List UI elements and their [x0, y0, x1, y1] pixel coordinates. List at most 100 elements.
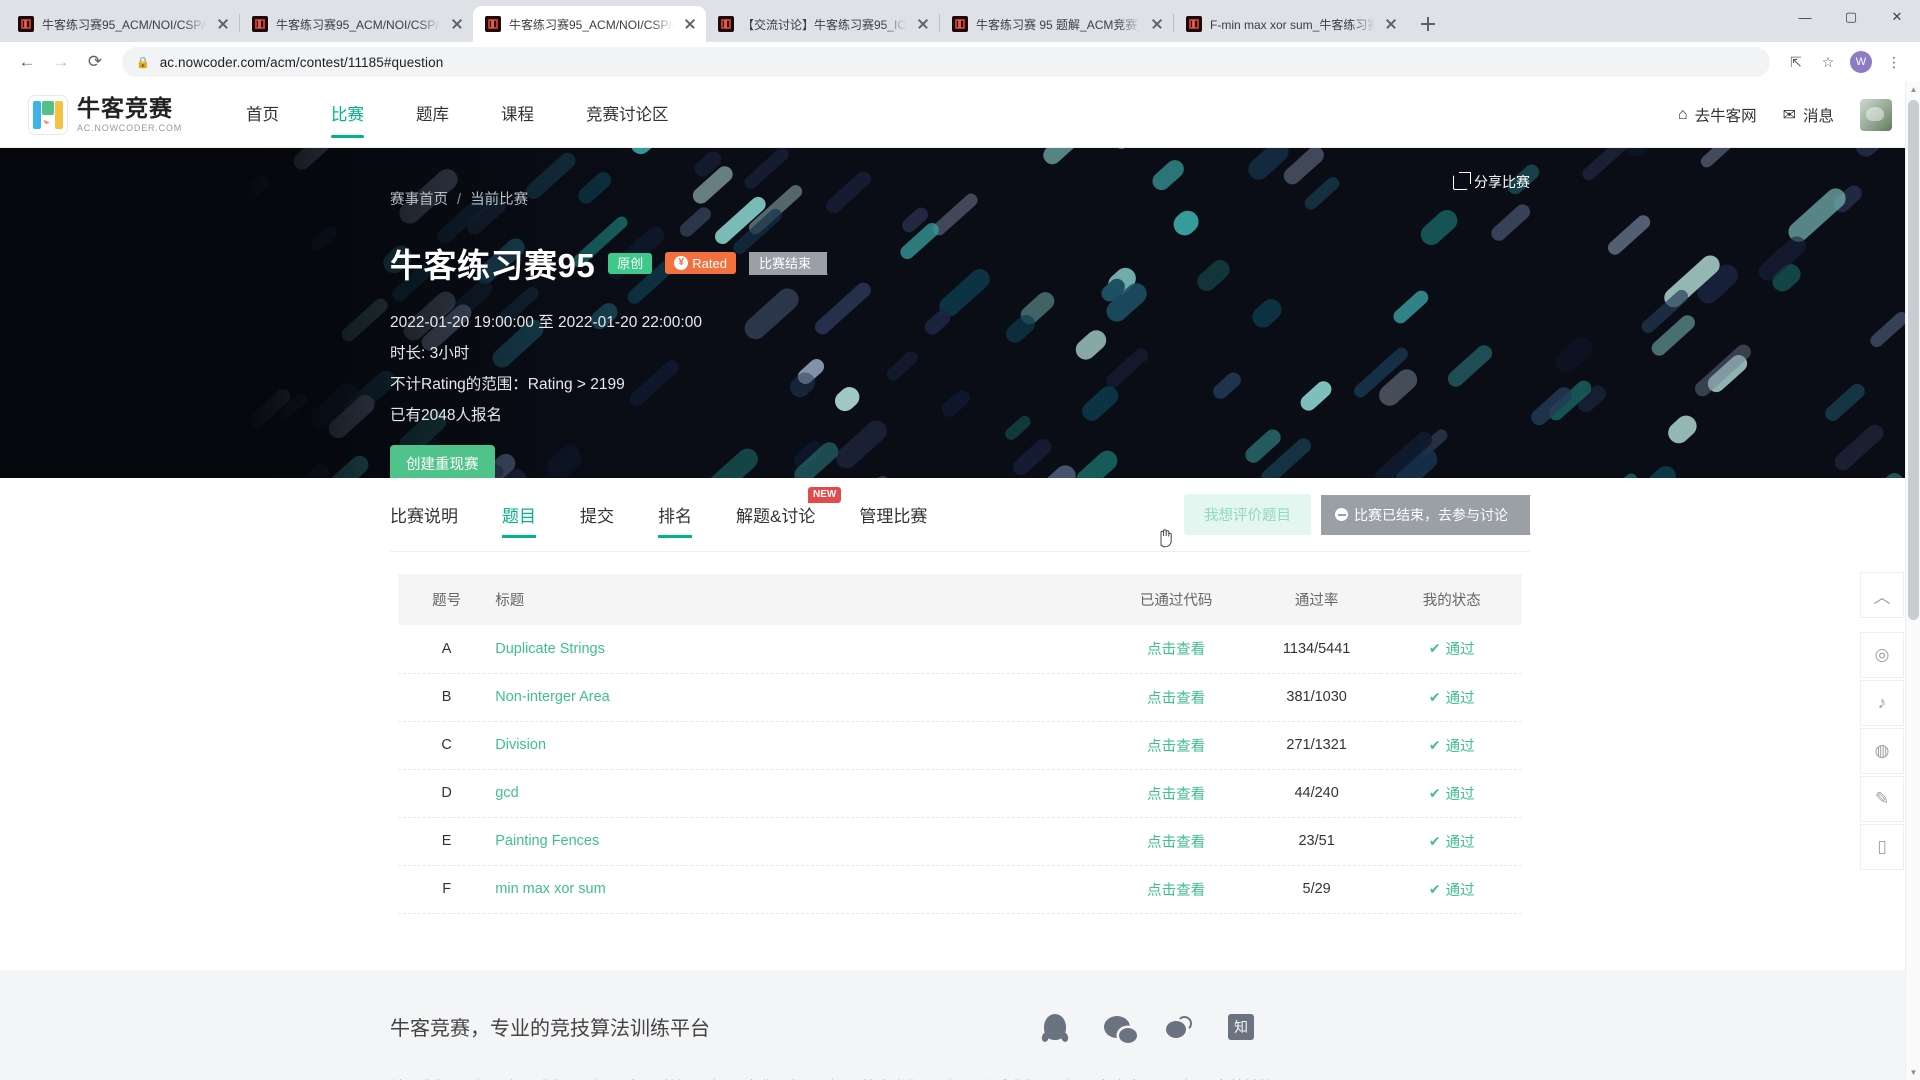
- footer-link-1[interactable]: 加入我们: [478, 1076, 596, 1080]
- tab-close-icon[interactable]: [215, 16, 231, 32]
- cell-problem-id: E: [398, 817, 496, 866]
- zhihu-icon[interactable]: 知: [1226, 1012, 1256, 1042]
- browser-tab[interactable]: 牛客练习赛95_ACM/NOI/CSP/C: [473, 6, 706, 42]
- maximize-button[interactable]: ▢: [1828, 0, 1874, 34]
- qq-icon[interactable]: [1040, 1012, 1070, 1042]
- tab-0[interactable]: 比赛说明: [390, 478, 458, 552]
- back-icon[interactable]: ←: [12, 47, 42, 77]
- rail-wechat-icon[interactable]: ◍: [1860, 728, 1904, 774]
- tab-close-icon[interactable]: [1383, 16, 1399, 32]
- nav-item-3[interactable]: 课程: [501, 82, 534, 148]
- browser-menu-icon[interactable]: ⋮: [1880, 48, 1908, 76]
- nav-item-1[interactable]: 比赛: [331, 82, 364, 148]
- rail-weibo-icon[interactable]: ◎: [1860, 632, 1904, 678]
- tab-1[interactable]: 题目: [502, 478, 536, 552]
- zhihu-glyph: 知: [1228, 1013, 1254, 1040]
- view-code-link[interactable]: 点击查看: [1147, 883, 1205, 899]
- share-contest-button[interactable]: 分享比赛: [1453, 172, 1530, 192]
- browser-tab[interactable]: 牛客练习赛95_ACM/NOI/CSP/C: [240, 6, 473, 42]
- tab-strip: 牛客练习赛95_ACM/NOI/CSP/C 牛客练习赛95_ACM/NOI/CSP…: [0, 0, 1920, 42]
- address-bar[interactable]: 🔒 ac.nowcoder.com/acm/contest/11185#ques…: [122, 47, 1770, 77]
- site-logo[interactable]: 牛客竞赛 AC.NOWCODER.COM: [28, 94, 182, 135]
- nav-item-4[interactable]: 竞赛讨论区: [586, 82, 669, 148]
- problem-title-link[interactable]: Duplicate Strings: [495, 641, 605, 657]
- footer-link-6[interactable]: 免责声明: [1068, 1076, 1186, 1080]
- tab-2[interactable]: 提交: [580, 478, 614, 552]
- close-window-button[interactable]: ✕: [1874, 0, 1920, 34]
- browser-tab[interactable]: 牛客练习赛 95 题解_ACM竞赛_A: [940, 6, 1173, 42]
- footer-link-5[interactable]: 联系我们: [950, 1076, 1068, 1080]
- browser-tab[interactable]: F-min max xor sum_牛客练习赛: [1174, 6, 1407, 42]
- view-code-link[interactable]: 点击查看: [1147, 691, 1205, 707]
- problem-title-link[interactable]: Painting Fences: [495, 833, 599, 849]
- minimize-button[interactable]: —: [1782, 0, 1828, 34]
- rail-feedback-icon[interactable]: ✎: [1860, 776, 1904, 822]
- breadcrumb-root[interactable]: 赛事首页: [390, 192, 448, 208]
- join-discussion-button[interactable]: 比赛已结束，去参与讨论: [1321, 494, 1530, 535]
- contest-rating-range: 不计Rating的范围：Rating > 2199: [390, 376, 625, 393]
- rail-mobile-icon[interactable]: ▯: [1860, 824, 1904, 870]
- create-rebuild-contest-button[interactable]: 创建重现赛: [390, 445, 495, 478]
- view-code-link[interactable]: 点击查看: [1147, 642, 1205, 658]
- share-icon[interactable]: ⇱: [1782, 48, 1810, 76]
- cell-my-status: ✔ 通过: [1381, 673, 1522, 722]
- contest-tabs: 比赛说明 题目 提交 排名 解题&讨论 NEW 管理比赛 我想评价题目 比赛已结束，去参与讨…: [390, 478, 1530, 552]
- problem-title-link[interactable]: Non-interger Area: [495, 689, 609, 705]
- scroll-down-arrow[interactable]: ▼: [1906, 1065, 1920, 1080]
- review-problems-button[interactable]: 我想评价题目: [1184, 494, 1311, 535]
- status-link[interactable]: 通过: [1446, 831, 1475, 852]
- tab-label: 比赛说明: [390, 507, 458, 526]
- footer-link-4[interactable]: 校企合作: [832, 1076, 950, 1080]
- tab-close-icon[interactable]: [915, 16, 931, 32]
- scroll-top-icon[interactable]: ︿: [1860, 572, 1904, 618]
- tab-close-icon[interactable]: [1149, 16, 1165, 32]
- problem-title-link[interactable]: gcd: [495, 785, 518, 801]
- share-contest-label: 分享比赛: [1474, 174, 1530, 190]
- tab-close-icon[interactable]: [682, 16, 698, 32]
- th-pass-rate: 通过率: [1251, 574, 1382, 625]
- status-link[interactable]: 通过: [1446, 783, 1475, 804]
- cell-my-status: ✔ 通过: [1381, 721, 1522, 770]
- forward-icon[interactable]: →: [46, 47, 76, 77]
- view-code-link[interactable]: 点击查看: [1147, 835, 1205, 851]
- footer-link-0[interactable]: 关于我们: [390, 1076, 478, 1080]
- scrollbar-thumb[interactable]: [1908, 100, 1919, 620]
- weibo-icon[interactable]: [1164, 1012, 1194, 1042]
- tab-favicon: [252, 16, 268, 32]
- reload-icon[interactable]: ⟳: [80, 47, 110, 77]
- nav-item-0[interactable]: 首页: [246, 82, 279, 148]
- contest-content: 比赛说明 题目 提交 排名 解题&讨论 NEW 管理比赛 我想评价题目 比赛已结束，去参与讨…: [390, 478, 1530, 914]
- scroll-up-arrow[interactable]: ▲: [1906, 82, 1920, 97]
- footer-link-2[interactable]: 意见反馈: [596, 1076, 714, 1080]
- view-code-link[interactable]: 点击查看: [1147, 787, 1205, 803]
- footer-link-7[interactable]: 友情链接: [1186, 1076, 1304, 1080]
- messages-link[interactable]: ✉ 消息: [1783, 104, 1834, 126]
- status-badge: 比赛结束: [748, 251, 827, 275]
- nav-item-2[interactable]: 题库: [416, 82, 449, 148]
- tab-3[interactable]: 排名: [658, 478, 692, 552]
- th-problem-id: 题号: [398, 574, 496, 625]
- tab-5[interactable]: 管理比赛: [859, 478, 927, 552]
- status-link[interactable]: 通过: [1446, 879, 1475, 900]
- view-code-link[interactable]: 点击查看: [1147, 739, 1205, 755]
- tab-close-icon[interactable]: [449, 16, 465, 32]
- status-link[interactable]: 通过: [1446, 687, 1475, 708]
- bookmark-star-icon[interactable]: ☆: [1814, 48, 1842, 76]
- status-link[interactable]: 通过: [1446, 735, 1475, 756]
- page-scrollbar[interactable]: ▲ ▼: [1905, 82, 1920, 1080]
- profile-avatar[interactable]: W: [1850, 51, 1872, 73]
- breadcrumb-current: 当前比赛: [470, 192, 529, 208]
- new-tab-button[interactable]: [1413, 9, 1443, 39]
- problem-title-link[interactable]: Division: [495, 737, 546, 753]
- wechat-icon[interactable]: [1102, 1012, 1137, 1043]
- go-nowcoder-link[interactable]: ⌂ 去牛客网: [1678, 104, 1757, 126]
- problem-title-link[interactable]: min max xor sum: [495, 881, 605, 897]
- tab-4[interactable]: 解题&讨论 NEW: [736, 478, 842, 552]
- user-avatar[interactable]: [1860, 98, 1892, 131]
- cell-passed-code: 点击查看: [1100, 721, 1252, 770]
- browser-tab[interactable]: 【交流讨论】牛客练习赛95_ICPC: [706, 6, 939, 42]
- rail-notify-icon[interactable]: ♪: [1860, 680, 1904, 726]
- footer-link-3[interactable]: 企业服务: [714, 1076, 832, 1080]
- status-link[interactable]: 通过: [1446, 638, 1475, 659]
- browser-tab[interactable]: 牛客练习赛95_ACM/NOI/CSP/C: [6, 6, 239, 42]
